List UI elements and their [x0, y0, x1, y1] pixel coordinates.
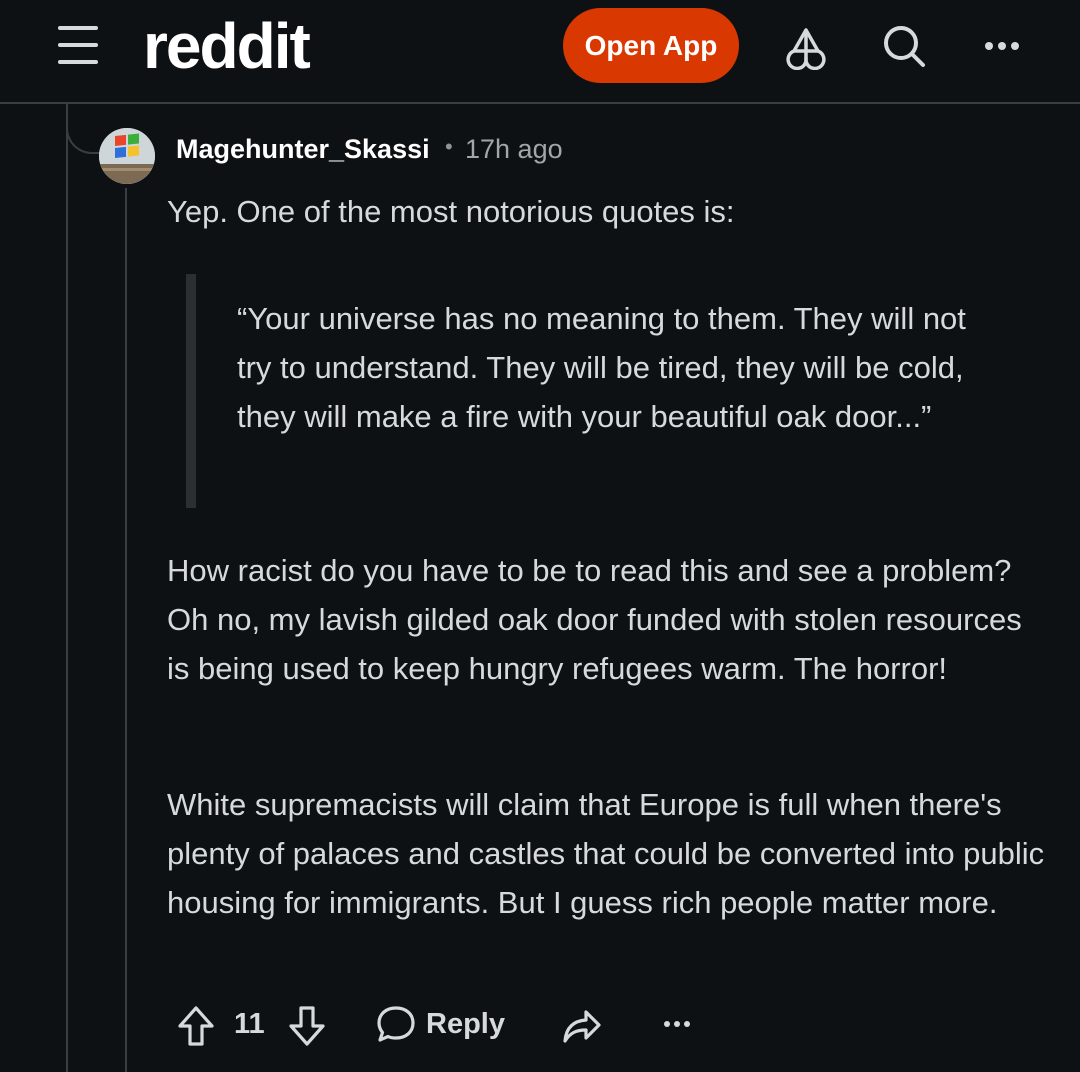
thread-line[interactable] — [125, 188, 127, 1072]
blockquote-bar — [186, 274, 196, 508]
comment-author[interactable]: Magehunter_Skassi — [176, 134, 430, 165]
top-bar: reddit Open App — [0, 0, 1080, 104]
downvote-icon[interactable] — [287, 1004, 327, 1048]
search-icon[interactable] — [880, 22, 928, 70]
upvote-icon[interactable] — [176, 1004, 216, 1048]
meta-separator: • — [445, 134, 453, 159]
comment-actions — [0, 996, 1080, 1052]
comment-intro: Yep. One of the most notorious quotes is… — [167, 194, 735, 229]
user-avatar[interactable] — [99, 128, 155, 184]
menu-icon[interactable] — [58, 26, 100, 64]
reddit-logo[interactable]: reddit — [143, 14, 311, 78]
page: reddit Open App Magehunter_Skassi • 17h … — [0, 0, 1080, 1072]
more-icon[interactable] — [978, 22, 1026, 70]
more-icon[interactable] — [660, 1006, 694, 1042]
comment-paragraph-1: How racist do you have to be to read thi… — [167, 553, 1022, 686]
open-app-button[interactable]: Open App — [563, 8, 739, 83]
reply-label: Reply — [426, 1007, 505, 1040]
reply-icon — [377, 1006, 415, 1042]
avatar-icon[interactable] — [782, 22, 830, 71]
thread-connector — [66, 104, 100, 154]
thread-line — [66, 104, 68, 1072]
comment-time: 17h ago — [465, 134, 563, 164]
blockquote-text: “Your universe has no meaning to them. T… — [237, 301, 966, 434]
comment-paragraph-2: White supremacists will claim that Europ… — [167, 787, 1045, 920]
vote-count: 11 — [234, 1008, 265, 1040]
reply-button[interactable]: Reply — [376, 1002, 505, 1046]
share-icon[interactable] — [562, 1004, 602, 1048]
